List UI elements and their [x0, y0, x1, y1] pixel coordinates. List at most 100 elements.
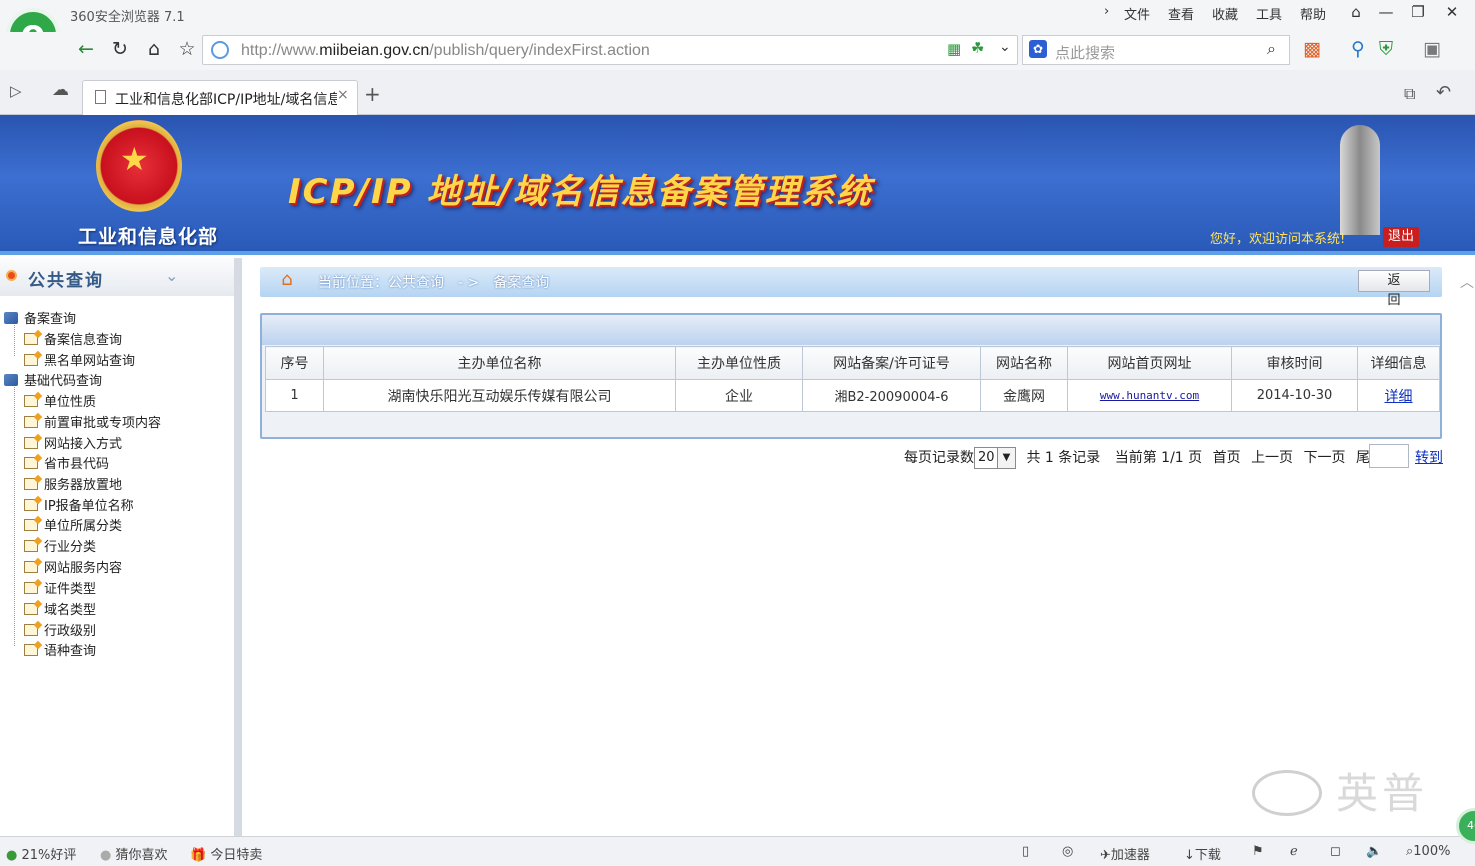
sidebar-item-server-location[interactable]: 服务器放置地	[24, 474, 122, 493]
first-page-link[interactable]: 首页	[1213, 450, 1241, 466]
sidebar-title: 公共查询	[28, 271, 104, 291]
zoom-tool-icon[interactable]: ⚲	[1346, 38, 1370, 62]
sidebar-item-admin-level[interactable]: 行政级别	[24, 620, 96, 639]
tree-group-filing[interactable]: 备案查询	[4, 308, 76, 327]
qrcode-icon[interactable]: ▦	[947, 40, 961, 58]
logout-button[interactable]: 退出	[1383, 227, 1419, 247]
sidebar-item-label: 证件类型	[44, 582, 97, 597]
security-shield-icon[interactable]: ⛨	[1374, 38, 1398, 62]
homepage-link[interactable]: www.hunantv.com	[1067, 379, 1232, 412]
menu-view[interactable]: 查看	[1168, 4, 1194, 23]
sidebar-item-access-method[interactable]: 网站接入方式	[24, 433, 122, 452]
sidebar-item-label: 行政级别	[44, 624, 97, 639]
refresh-icon[interactable]: ↻	[108, 38, 132, 62]
sidebar-item-label: 黑名单网站查询	[44, 354, 136, 369]
results-panel: 序号 主办单位名称 主办单位性质 网站备案/许可证号 网站名称 网站首页网址 审…	[260, 313, 1442, 439]
tree-group-basic-codes[interactable]: 基础代码查询	[4, 370, 102, 389]
document-icon	[24, 624, 38, 636]
search-box[interactable]: ✿ 点此搜索 ⌕	[1022, 35, 1290, 65]
sidebar-item-filing-info[interactable]: 备案信息查询	[24, 329, 122, 348]
cloud-icon[interactable]: ☁	[52, 80, 69, 100]
browser-app-name: 360安全浏览器 7.1	[70, 10, 185, 25]
sidebar-item-label: 前置审批或专项内容	[44, 416, 162, 431]
tab-active[interactable]: 工业和信息化部ICP/IP地址/域名信息备案 ×	[82, 80, 358, 116]
minimize-button[interactable]: —	[1370, 0, 1402, 26]
tree-line	[14, 384, 15, 646]
apps-icon[interactable]: ▩	[1300, 38, 1324, 62]
sidebar-item-ip-unit[interactable]: IP报备单位名称	[24, 495, 134, 514]
per-page-select[interactable]: 20 ▼	[974, 447, 1016, 469]
sidebar-item-industry[interactable]: 行业分类	[24, 536, 96, 555]
back-arrow-icon[interactable]: ←	[74, 38, 98, 62]
watermark-text: 英普	[1336, 769, 1429, 818]
document-icon	[24, 354, 38, 366]
sidebar-item-domain-type[interactable]: 域名类型	[24, 599, 96, 618]
tab-title: 工业和信息化部ICP/IP地址/域名信息备案	[115, 92, 337, 108]
undo-close-icon[interactable]: ↶	[1436, 82, 1451, 103]
goto-page-input[interactable]	[1369, 444, 1409, 468]
menu-help[interactable]: 帮助	[1300, 4, 1326, 23]
flag-icon[interactable]: ⚑	[1252, 844, 1264, 859]
today-status[interactable]: 🎁 今日特卖	[190, 844, 262, 863]
tab-close-icon[interactable]: ×	[337, 87, 349, 103]
sidebar-item-unit-category[interactable]: 单位所属分类	[24, 515, 122, 534]
menu-favorites[interactable]: 收藏	[1212, 4, 1238, 23]
sidebar-item-pre-approval[interactable]: 前置审批或专项内容	[24, 412, 161, 431]
sidebar-item-service-content[interactable]: 网站服务内容	[24, 557, 122, 576]
goto-link[interactable]: 转到	[1415, 447, 1443, 467]
accelerator-text: 加速器	[1110, 848, 1150, 863]
favorite-star-icon[interactable]: ☆	[175, 38, 199, 62]
download-status[interactable]: ↓下载	[1184, 844, 1221, 863]
today-text: 今日特卖	[210, 848, 263, 863]
sidebar-toggle-icon[interactable]: ▷	[10, 82, 22, 100]
document-icon	[24, 582, 38, 594]
scroll-up-icon[interactable]: ︿	[1460, 272, 1474, 292]
address-domain: miibeian.gov.cn	[319, 42, 430, 59]
speaker-icon[interactable]: 🔈	[1366, 844, 1382, 859]
rating-status[interactable]: ● 21%好评	[6, 844, 76, 863]
history-icon[interactable]: ◎	[1062, 844, 1073, 859]
address-bar[interactable]: http://www.miibeian.gov.cn/publish/query…	[202, 35, 1018, 65]
accelerator-status[interactable]: ✈加速器	[1100, 844, 1150, 863]
home-icon: ⌂	[281, 269, 293, 290]
speed-mode-icon[interactable]: ☘	[971, 39, 984, 57]
skin-icon[interactable]: ⌂	[1340, 0, 1372, 26]
new-tab-button[interactable]: +	[364, 82, 381, 106]
menu-tools[interactable]: 工具	[1256, 4, 1282, 23]
maximize-button[interactable]: ❐	[1402, 0, 1434, 26]
folder-group-icon	[4, 374, 18, 386]
menu-file[interactable]: 文件	[1124, 4, 1150, 23]
status-bar: ● 21%好评 ● 猜你喜欢 🎁 今日特卖 ▯ ◎ ✈加速器 ↓下载 ⚑ ℯ ◻…	[0, 836, 1475, 866]
prev-page-link[interactable]: 上一页	[1251, 450, 1293, 466]
restore-tabs-icon[interactable]: ⧉	[1404, 84, 1415, 104]
close-window-button[interactable]: ✕	[1436, 0, 1468, 26]
search-icon[interactable]: ⌕	[1267, 39, 1276, 59]
tree-group-label: 备案查询	[24, 312, 77, 327]
sidebar-item-region-code[interactable]: 省市县代码	[24, 453, 109, 472]
home-icon[interactable]: ⌂	[142, 38, 166, 62]
baidu-paw-icon[interactable]: ✿	[1029, 40, 1047, 58]
sidebar-item-certificate-type[interactable]: 证件类型	[24, 578, 96, 597]
ie-icon[interactable]: ℯ	[1290, 844, 1298, 859]
address-dropdown-icon[interactable]: ⌄	[999, 39, 1011, 55]
collapse-chevron-icon[interactable]: ⌄	[165, 266, 178, 285]
sidebar-header[interactable]: 公共查询 ⌄	[0, 258, 234, 296]
phone-icon[interactable]: ▯	[1022, 844, 1029, 859]
zoom-text: 100%	[1413, 844, 1451, 859]
screenshot-icon[interactable]: ▣	[1420, 38, 1444, 62]
menu-chevron-icon[interactable]: ›	[1104, 4, 1109, 19]
next-page-link[interactable]: 下一页	[1304, 450, 1346, 466]
current-page: 当前第 1/1 页	[1114, 450, 1203, 466]
sidebar-item-label: 单位所属分类	[44, 519, 123, 534]
address-path: /publish/query/indexFirst.action	[429, 42, 650, 59]
detail-link[interactable]: 详细	[1357, 379, 1440, 412]
back-button[interactable]: 返 回	[1358, 270, 1430, 308]
guess-status[interactable]: ● 猜你喜欢	[100, 844, 168, 863]
sidebar-item-language[interactable]: 语种查询	[24, 640, 96, 659]
sidebar-item-blacklist[interactable]: 黑名单网站查询	[24, 350, 135, 369]
window-icon[interactable]: ◻	[1330, 844, 1341, 859]
search-placeholder: 点此搜索	[1055, 44, 1116, 62]
zoom-status[interactable]: ⌕100%	[1406, 844, 1450, 859]
sidebar-item-unit-nature[interactable]: 单位性质	[24, 391, 96, 410]
sidebar-item-label: 语种查询	[44, 644, 97, 659]
